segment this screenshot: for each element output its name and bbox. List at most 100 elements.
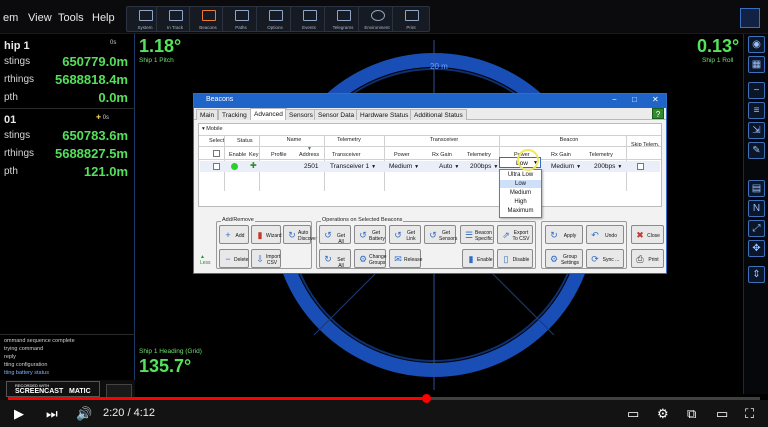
refresh-icon: ↺ — [324, 230, 332, 240]
grid-line — [199, 135, 661, 136]
delete-button[interactable]: − Delete — [219, 249, 249, 268]
pencil-icon[interactable]: ✎ — [748, 142, 765, 159]
option-ultra-low[interactable]: Ultra Low — [500, 171, 541, 179]
import-csv-button[interactable]: ⇩ Import CSV — [251, 249, 281, 268]
option-maximum[interactable]: Maximum — [500, 207, 541, 215]
option-medium[interactable]: Medium — [500, 189, 541, 197]
log-divider — [0, 334, 135, 335]
disable-button[interactable]: ▯ Disable — [497, 249, 533, 268]
miniplayer-icon[interactable]: ⧉ — [687, 406, 696, 422]
center-icon[interactable]: ✥ — [748, 240, 765, 257]
layers-icon[interactable]: ◉ — [748, 36, 765, 53]
disable-icon: ▯ — [503, 254, 509, 264]
close-icon[interactable]: ✕ — [652, 95, 659, 104]
transceiver-dropdown[interactable]: Transceiver 1 ▼ — [330, 163, 376, 170]
toolbar-environment-button[interactable]: Environment — [358, 6, 396, 32]
toolbar-paths-button[interactable]: Paths — [222, 6, 260, 32]
beacon-header: 01 — [4, 114, 17, 126]
get-link-button[interactable]: ↺ Get Link — [389, 225, 421, 244]
volume-icon[interactable]: 🔊 — [76, 406, 92, 422]
grid-icon[interactable]: ▦ — [748, 56, 765, 73]
chart-icon[interactable]: ▤ — [748, 180, 765, 197]
next-icon[interactable]: ⏭ — [46, 406, 58, 422]
select-all-checkbox[interactable] — [213, 150, 220, 157]
tab-hardware-status[interactable]: Hardware Status — [356, 109, 413, 120]
tab-sensor-data[interactable]: Sensor Data — [314, 109, 359, 120]
menu-icon[interactable]: ≡ — [748, 102, 765, 119]
playback-time: 2:20 / 4:12 — [103, 407, 155, 419]
divider — [0, 108, 135, 109]
minimize-icon[interactable]: − — [612, 95, 617, 104]
release-button[interactable]: ✉ Release — [389, 249, 422, 268]
export-csv-button[interactable]: ⇗ Export To CSV — [497, 225, 533, 244]
undo-button[interactable]: ↶ Undo — [586, 225, 624, 244]
col-beacon-telemetry: Telemetry — [589, 152, 613, 158]
table-row[interactable] — [200, 161, 660, 172]
toolbar-print-button[interactable]: Print — [392, 6, 430, 32]
log-line: reply — [4, 354, 16, 360]
option-high[interactable]: High — [500, 198, 541, 206]
wizard-button[interactable]: ▮ Wizard — [251, 225, 282, 244]
row-select-checkbox[interactable] — [213, 163, 220, 170]
print-button[interactable]: ⎙ Print — [631, 249, 664, 268]
change-groups-button[interactable]: ⚙ Change Groups — [354, 249, 387, 268]
menu-tools[interactable]: Tools — [58, 12, 84, 24]
zoom-icon[interactable]: ⇕ — [748, 266, 765, 283]
get-all-button[interactable]: ↺ Get All — [319, 225, 351, 245]
beacon-specific-button[interactable]: ☰ Beacon Specific — [460, 225, 494, 244]
maximize-icon[interactable]: □ — [632, 95, 637, 104]
menu-view[interactable]: View — [28, 12, 52, 24]
ruler-icon[interactable]: ⇲ — [748, 122, 765, 139]
ship1-eastings-value: 650779.0m — [62, 54, 128, 69]
telemetry-dropdown[interactable]: 200bps ▼ — [470, 163, 498, 170]
col-telemetry: Telemetry — [467, 152, 491, 158]
progress-scrubber[interactable] — [422, 394, 431, 403]
beacon-eastings-label: stings — [4, 130, 31, 141]
beacon-rx-gain-dropdown[interactable]: Medium ▼ — [551, 163, 581, 170]
section-expander[interactable]: ▾ Mobile — [202, 126, 223, 132]
expand-icon[interactable]: ⤢ — [748, 220, 765, 237]
auto-discover-button[interactable]: ↻ Auto Discover — [283, 225, 317, 244]
minus-icon[interactable]: − — [748, 82, 765, 99]
group-settings-button[interactable]: ⚙ Group Settings — [545, 249, 583, 268]
tab-main[interactable]: Main — [196, 109, 219, 120]
menu-system[interactable]: em — [3, 12, 18, 24]
option-low[interactable]: Low — [500, 180, 541, 188]
play-icon[interactable]: ▶ — [14, 406, 24, 422]
window-layout-icon[interactable] — [740, 8, 760, 28]
menu-help[interactable]: Help — [92, 12, 115, 24]
get-sensors-button[interactable]: ↺ Get Sensors — [424, 225, 457, 244]
fullscreen-icon[interactable]: ⛶ — [745, 406, 754, 422]
tab-additional-status[interactable]: Additional Status — [410, 109, 467, 120]
beacon-status-badge: ✚ 0s — [96, 115, 110, 121]
close-button[interactable]: ✖ Close — [631, 225, 664, 244]
rx-gain-dropdown[interactable]: Auto ▼ — [439, 163, 459, 170]
import-icon: ⇩ — [256, 254, 264, 264]
help-button[interactable]: ? — [652, 108, 664, 119]
enable-button[interactable]: ▮ Enable — [462, 249, 494, 268]
bottom-button[interactable] — [106, 384, 132, 398]
set-all-button[interactable]: ↻ Set All — [319, 249, 351, 269]
less-toggle[interactable]: ▲ Less — [200, 254, 211, 266]
toolbar-options-button[interactable]: Options — [256, 6, 294, 32]
toolbar-telegrams-button[interactable]: Telegrams — [324, 6, 362, 32]
beacon-telemetry-dropdown[interactable]: 200bps ▼ — [594, 163, 622, 170]
apply-button[interactable]: ↻ Apply — [545, 225, 583, 244]
tab-sensors[interactable]: Sensors — [285, 109, 317, 120]
toolbar-events-button[interactable]: Events — [290, 6, 328, 32]
get-battery-button[interactable]: ↺ Get Battery — [354, 225, 386, 244]
tab-tracking[interactable]: Tracking — [218, 109, 251, 120]
sync-button[interactable]: ⟳ Sync ... — [586, 249, 624, 268]
subtitles-icon[interactable]: ▭ — [627, 406, 639, 422]
skip-telemetry-checkbox[interactable] — [637, 163, 644, 170]
add-button[interactable]: + Add — [219, 225, 249, 244]
delete-icon: − — [225, 254, 231, 264]
theater-icon[interactable]: ▭ — [716, 406, 728, 422]
discover-icon: ↻ — [288, 230, 296, 240]
north-up-icon[interactable]: N — [748, 200, 765, 217]
settings-icon[interactable]: ⚙ — [657, 406, 669, 422]
ship1-header: hip 1 — [4, 40, 30, 52]
col-rx-gain: Rx Gain — [432, 152, 452, 158]
tab-advanced[interactable]: Advanced — [250, 108, 287, 120]
power-dropdown[interactable]: Medium ▼ — [389, 163, 419, 170]
